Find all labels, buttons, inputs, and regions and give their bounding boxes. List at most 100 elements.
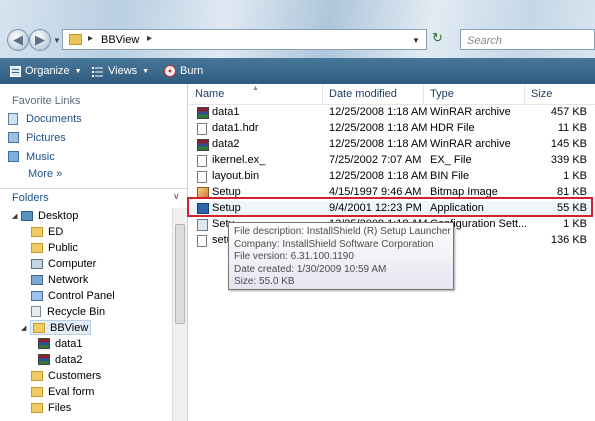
- file-date: 7/25/2002 7:07 AM: [329, 154, 422, 166]
- file-name: layout.bin: [212, 170, 260, 182]
- tree-item-computer[interactable]: Computer: [31, 256, 96, 271]
- file-icon: [197, 155, 207, 167]
- file-row[interactable]: ikernel.ex_ 7/25/2002 7:07 AM EX_ File 3…: [189, 153, 595, 169]
- tree-item-data1[interactable]: data1: [38, 336, 83, 351]
- back-button[interactable]: ◀: [7, 29, 29, 51]
- back-arrow-icon: ◀: [13, 32, 23, 47]
- tree-item-files[interactable]: Files: [31, 400, 71, 415]
- winrar-icon: [38, 338, 50, 349]
- file-date: 12/25/2008 1:18 AM: [329, 122, 428, 134]
- file-row[interactable]: Setup 4/15/1997 9:46 AM Bitmap Image 81 …: [189, 185, 595, 201]
- breadcrumb-bbview[interactable]: BBView: [101, 34, 139, 46]
- tooltip-date-created: Date created: 1/30/2009 10:59 AM: [234, 263, 387, 275]
- tree-item-recycle-bin[interactable]: Recycle Bin: [31, 304, 105, 319]
- breadcrumb-separator-icon[interactable]: ▸: [88, 33, 93, 44]
- favorite-link-label: Pictures: [26, 131, 66, 144]
- favorite-link-documents[interactable]: Documents: [8, 111, 82, 126]
- tree-item-data2[interactable]: data2: [38, 352, 83, 367]
- expander-icon[interactable]: ◢: [21, 324, 30, 332]
- tree-item-bbview[interactable]: ◢ BBView: [21, 320, 92, 335]
- file-type: Application: [430, 202, 484, 214]
- desktop-icon: [21, 210, 33, 221]
- folders-title: Folders: [12, 192, 49, 204]
- file-size: 1 KB: [563, 218, 587, 230]
- search-input[interactable]: [465, 31, 569, 50]
- scrollbar-thumb[interactable]: [175, 224, 185, 324]
- views-label: Views: [108, 65, 138, 77]
- tree-item-network[interactable]: Network: [31, 272, 88, 287]
- folder-icon: [31, 370, 43, 381]
- column-header-type[interactable]: Type: [424, 84, 525, 104]
- file-size: 145 KB: [550, 138, 587, 150]
- file-row[interactable]: data2 12/25/2008 1:18 AM WinRAR archive …: [189, 137, 595, 153]
- burn-button[interactable]: Burn: [164, 64, 203, 78]
- application-icon: [197, 203, 209, 214]
- file-type: Bitmap Image: [430, 186, 498, 198]
- tree-item-customers[interactable]: Customers: [31, 368, 101, 383]
- address-dropdown-icon[interactable]: ▼: [412, 36, 420, 45]
- tree-item-label: data1: [55, 337, 83, 350]
- folder-icon: [31, 402, 43, 413]
- tree-item-label: ED: [48, 225, 64, 238]
- tree-item-eval-form[interactable]: Eval form: [31, 384, 94, 399]
- file-name: data1.hdr: [212, 122, 259, 134]
- refresh-icon[interactable]: ↻: [432, 30, 443, 46]
- favorite-link-label: Music: [26, 150, 55, 163]
- favorite-link-music[interactable]: Music: [8, 149, 55, 164]
- folder-icon: [31, 242, 43, 253]
- favorite-links-title: Favorite Links: [12, 95, 81, 107]
- tree-item-label: data2: [55, 353, 83, 366]
- file-name: data1: [212, 106, 240, 118]
- file-row[interactable]: data1.hdr 12/25/2008 1:18 AM HDR File 11…: [189, 121, 595, 137]
- tooltip-company: Company: InstallShield Software Corporat…: [234, 238, 434, 250]
- more-links[interactable]: More »: [28, 168, 62, 180]
- breadcrumb-separator-icon[interactable]: ▸: [147, 33, 152, 44]
- file-row[interactable]: data1 12/25/2008 1:18 AM WinRAR archive …: [189, 105, 595, 121]
- forward-button[interactable]: ▶: [29, 29, 51, 51]
- tree-item-label: Network: [48, 273, 89, 286]
- file-size: 339 KB: [550, 154, 587, 166]
- chevron-down-icon: ∨: [173, 191, 180, 201]
- file-date: 12/25/2008 1:18 AM: [329, 170, 428, 182]
- network-icon: [31, 274, 43, 285]
- column-header-name[interactable]: Name: [189, 84, 323, 104]
- tree-item-label: Eval form: [48, 385, 95, 398]
- organize-label: Organize: [25, 65, 70, 77]
- recent-pages-dropdown-icon[interactable]: ▼: [53, 36, 61, 45]
- tree-item-label: Files: [48, 401, 72, 414]
- file-date: 4/15/1997 9:46 AM: [329, 186, 422, 198]
- winrar-icon: [197, 107, 209, 119]
- column-header-size[interactable]: Size: [525, 84, 595, 104]
- column-header-date-modified[interactable]: Date modified: [323, 84, 424, 104]
- address-bar[interactable]: ▸ BBView ▸: [62, 29, 427, 50]
- favorite-link-pictures[interactable]: Pictures: [8, 130, 66, 145]
- file-icon: [197, 235, 207, 247]
- double-chevron-icon: »: [56, 168, 63, 180]
- winrar-icon: [197, 139, 209, 151]
- organize-button[interactable]: Organize ▼: [10, 64, 82, 78]
- views-icon: [92, 66, 103, 77]
- search-box[interactable]: [460, 29, 595, 50]
- tooltip-size: Size: 55.0 KB: [234, 276, 295, 287]
- file-name: Setup: [212, 202, 241, 214]
- chevron-down-icon: ▼: [142, 67, 150, 75]
- file-row-selected[interactable]: Setup 9/4/2001 12:23 PM Application 55 K…: [189, 201, 595, 217]
- file-size: 1 KB: [563, 170, 587, 182]
- tree-item-label: Customers: [48, 369, 102, 382]
- folders-header[interactable]: Folders ∨: [0, 188, 187, 207]
- tree-item-control-panel[interactable]: Control Panel: [31, 288, 115, 303]
- tree-item-desktop[interactable]: ◢ Desktop: [12, 208, 78, 223]
- folder-icon: [31, 386, 43, 397]
- folder-tree-scrollbar[interactable]: [172, 208, 187, 421]
- file-row[interactable]: layout.bin 12/25/2008 1:18 AM BIN File 1…: [189, 169, 595, 185]
- burn-disc-icon: [164, 65, 176, 77]
- tree-item-ed[interactable]: ED: [31, 224, 63, 239]
- expander-icon[interactable]: ◢: [12, 212, 21, 220]
- title-bar: ◀ ▶ ▼ ▸ BBView ▸ ▼ ↻: [0, 0, 595, 58]
- views-button[interactable]: Views ▼: [92, 64, 149, 78]
- tree-item-label: BBView: [50, 321, 89, 334]
- file-date: 12/25/2008 1:18 AM: [329, 138, 428, 150]
- tree-item-public[interactable]: Public: [31, 240, 78, 255]
- recycle-bin-icon: [31, 306, 41, 317]
- config-icon: [197, 219, 208, 231]
